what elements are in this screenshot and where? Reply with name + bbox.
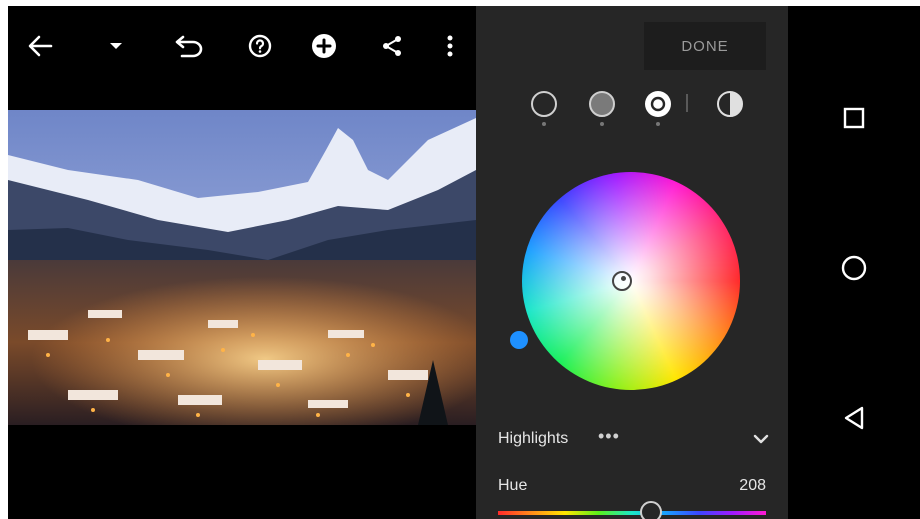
color-wheel-handle[interactable] bbox=[612, 271, 632, 291]
undo-icon[interactable] bbox=[172, 28, 208, 64]
photo-preview[interactable] bbox=[8, 110, 476, 425]
more-options-icon[interactable]: ••• bbox=[598, 426, 620, 447]
hue-slider-thumb[interactable] bbox=[639, 501, 662, 519]
back-arrow-icon[interactable] bbox=[22, 28, 58, 64]
home-circle-icon[interactable] bbox=[836, 250, 872, 286]
global-mode-icon bbox=[717, 91, 743, 117]
mode-indicator-dot bbox=[600, 122, 604, 126]
highlights-mode-icon bbox=[645, 91, 671, 117]
hue-label: Hue bbox=[498, 477, 528, 494]
share-icon[interactable] bbox=[374, 28, 410, 64]
luminance-handle[interactable] bbox=[510, 331, 528, 349]
section-label: Highlights bbox=[498, 430, 569, 447]
dropdown-caret-icon[interactable] bbox=[98, 28, 134, 64]
global-mode-button[interactable] bbox=[714, 88, 746, 128]
top-toolbar bbox=[8, 6, 476, 84]
color-grading-panel: DONE Highlights ••• Hue 208 bbox=[476, 6, 788, 519]
add-icon[interactable] bbox=[306, 28, 342, 64]
mode-separator bbox=[686, 94, 688, 112]
back-triangle-icon[interactable] bbox=[836, 400, 872, 436]
recents-square-icon[interactable] bbox=[836, 100, 872, 136]
hue-value: 208 bbox=[739, 477, 766, 494]
more-vert-icon[interactable] bbox=[432, 28, 468, 64]
highlights-mode-button[interactable] bbox=[642, 88, 674, 128]
system-nav-bar bbox=[788, 6, 920, 519]
app-screen: DONE Highlights ••• Hue 208 bbox=[8, 6, 920, 519]
chevron-down-icon[interactable] bbox=[752, 430, 770, 448]
midtones-mode-button[interactable] bbox=[586, 88, 618, 128]
shadows-mode-icon bbox=[531, 91, 557, 117]
help-icon[interactable] bbox=[242, 28, 278, 64]
shadows-mode-button[interactable] bbox=[528, 88, 560, 128]
hue-slider[interactable] bbox=[498, 501, 766, 519]
mode-indicator-dot bbox=[656, 122, 660, 126]
mode-indicator-dot bbox=[542, 122, 546, 126]
midtones-mode-icon bbox=[589, 91, 615, 117]
done-button[interactable]: DONE bbox=[644, 22, 766, 70]
